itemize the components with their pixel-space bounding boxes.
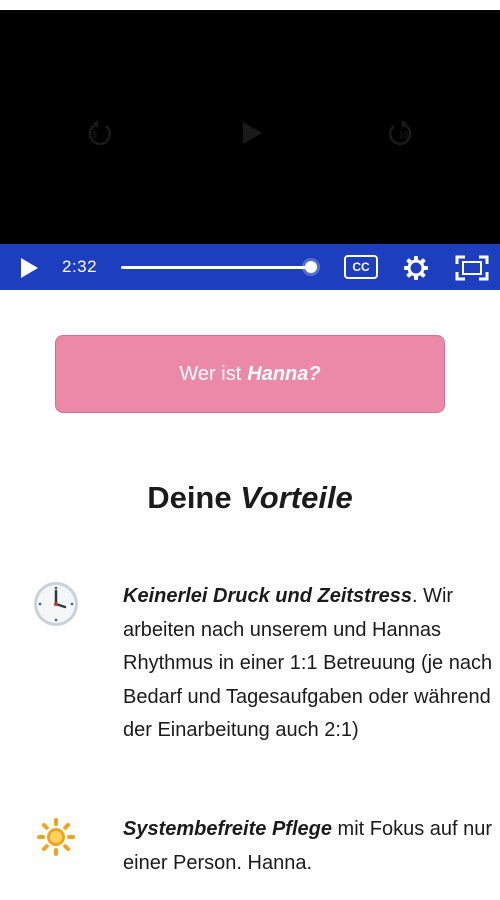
video-area[interactable]: 15 15 (0, 10, 500, 244)
forward-15-button[interactable]: 15 (384, 118, 414, 148)
gear-icon[interactable] (403, 255, 429, 281)
who-is-hanna-button[interactable]: Wer ist Hanna? (55, 335, 445, 413)
benefit-text: Systembefreite Pflege mit Fokus auf nur … (123, 813, 493, 880)
benefit-body: . Wir arbeiten nach unserem und Hannas R… (123, 585, 493, 741)
fullscreen-icon[interactable] (455, 255, 489, 281)
clock-icon (34, 582, 78, 626)
progress-handle[interactable] (305, 261, 318, 273)
captions-button[interactable]: CC (344, 255, 378, 279)
heading-emphasis: Vorteile (240, 480, 353, 515)
sun-icon (37, 818, 75, 856)
cta-name: Hanna? (247, 362, 321, 385)
rewind-15-button[interactable]: 15 (86, 118, 116, 148)
current-time: 2:32 (62, 257, 98, 276)
benefit-bold: Keinerlei Druck und Zeitstress (123, 585, 412, 607)
cta-prefix: Wer ist (179, 362, 242, 385)
progress-track[interactable] (121, 266, 315, 269)
benefit-text: Keinerlei Druck und Zeitstress. Wir arbe… (123, 580, 493, 748)
center-play-button[interactable] (236, 118, 266, 148)
play-icon[interactable] (18, 257, 40, 279)
top-strip (0, 0, 500, 10)
heading-prefix: Deine (147, 480, 232, 515)
rewind-seconds: 15 (87, 130, 98, 140)
play-icon (243, 122, 262, 144)
benefit-bold: Systembefreite Pflege (123, 818, 332, 840)
forward-seconds: 15 (399, 130, 410, 140)
video-control-bar: 2:32 CC (0, 244, 500, 290)
section-heading: Deine Vorteile (0, 480, 500, 516)
